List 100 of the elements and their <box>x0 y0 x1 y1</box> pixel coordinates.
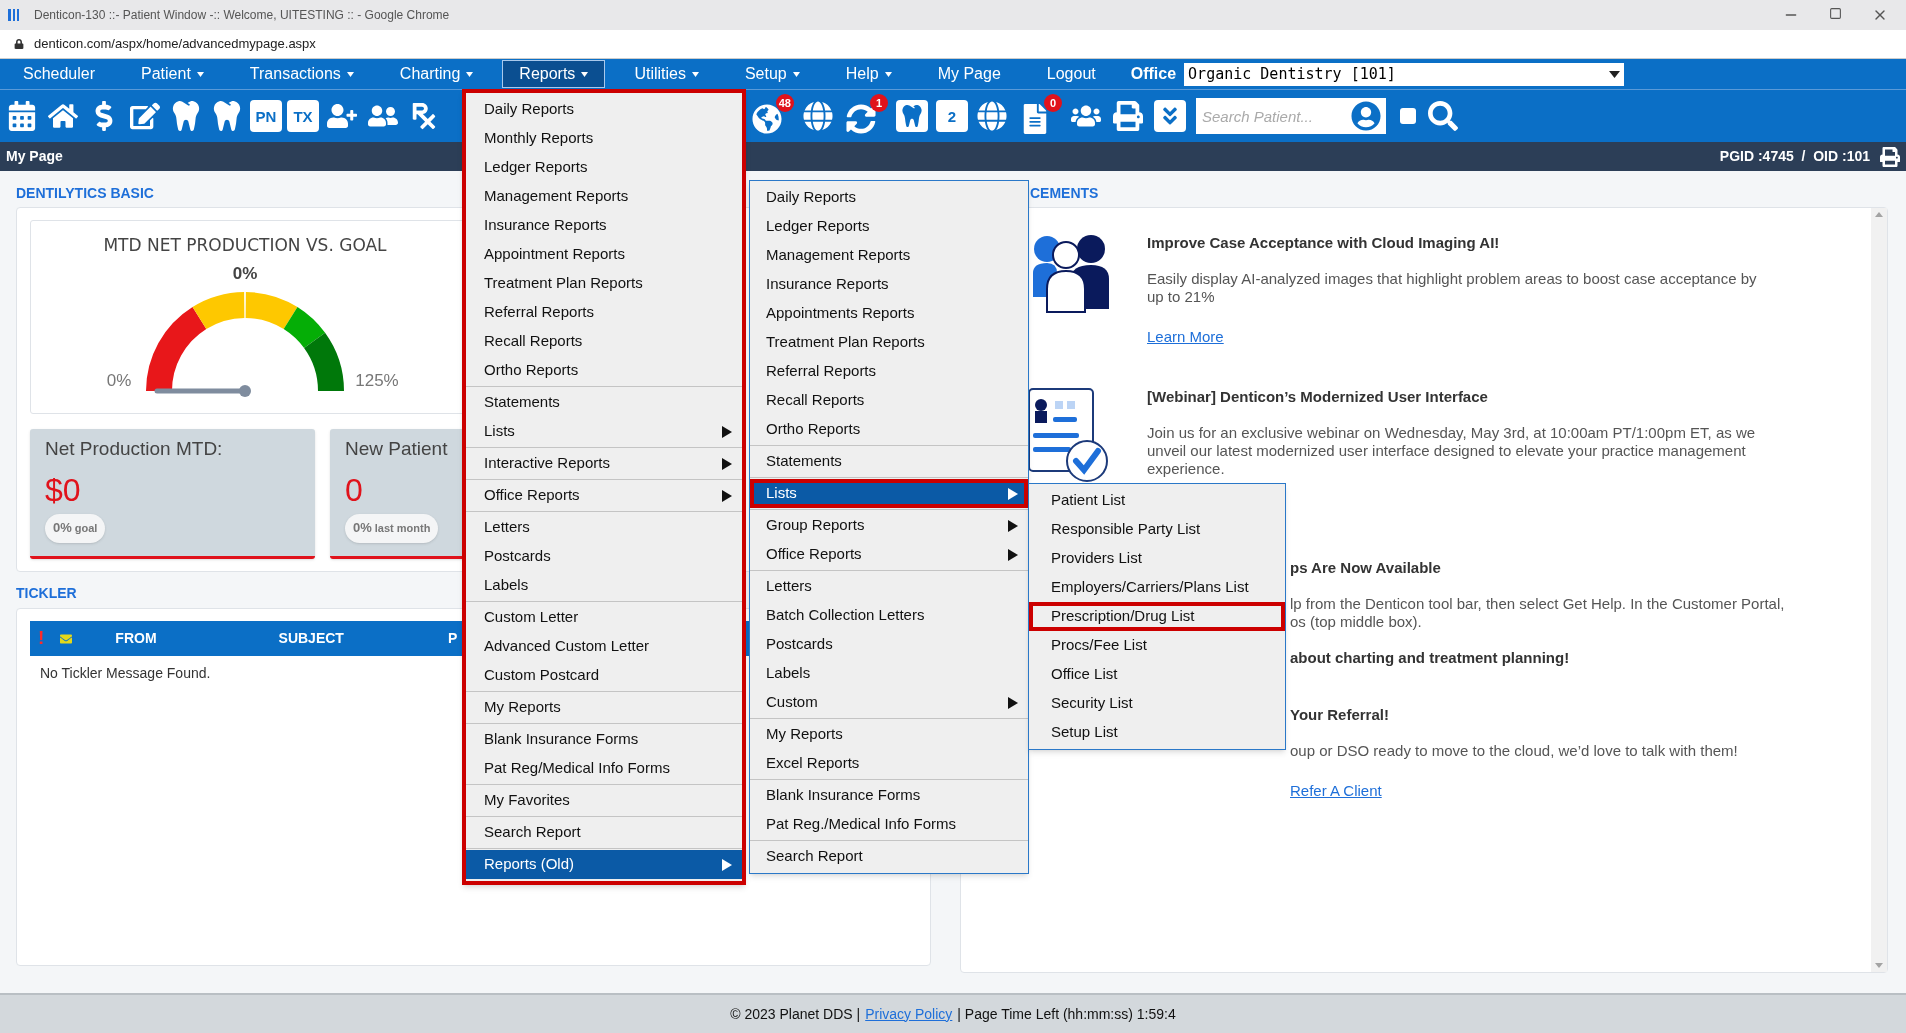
menu-item[interactable]: My Reports <box>466 693 742 722</box>
menu-item[interactable]: Ortho Reports <box>466 356 742 385</box>
menu-item[interactable]: Responsible Party List <box>1029 515 1285 544</box>
menu-item[interactable]: Blank Insurance Forms <box>750 781 1028 810</box>
column-header: FROM <box>115 629 157 648</box>
menu-item[interactable]: Labels <box>466 571 742 600</box>
app-logo-icon <box>8 8 22 22</box>
menu-bar-item[interactable]: Charting <box>382 60 491 88</box>
edit-icon <box>130 101 160 131</box>
menu-item[interactable]: My Reports <box>750 720 1028 749</box>
menu-item[interactable]: Advanced Custom Letter <box>466 632 742 661</box>
menu-item[interactable]: Postcards <box>466 542 742 571</box>
menu-item[interactable]: Prescription/Drug List <box>1029 602 1285 631</box>
menu-item[interactable]: Ledger Reports <box>466 153 742 182</box>
menu-item[interactable]: Lists <box>466 417 742 446</box>
toolbar-button[interactable] <box>1152 99 1188 133</box>
link[interactable]: Refer A Client <box>1290 782 1382 799</box>
menu-item[interactable]: Referral Reports <box>750 357 1028 386</box>
menu-bar-item[interactable]: Scheduler <box>6 60 113 88</box>
window-title: Denticon-130 ::- Patient Window -:: Welcome, UITESTING :: - Google Chrome <box>34 7 450 24</box>
menu-bar-item[interactable]: Patient <box>124 60 221 88</box>
menu-item[interactable]: Monthly Reports <box>466 124 742 153</box>
toolbar-button[interactable]: 48 <box>748 94 794 138</box>
menu-item[interactable]: Search Report <box>466 818 742 847</box>
menu-item[interactable]: Pat Reg./Medical Info Forms <box>750 810 1028 839</box>
menu-item[interactable]: Treatment Plan Reports <box>466 269 742 298</box>
toolbar-button[interactable]: 2 <box>936 100 968 132</box>
url-text[interactable]: denticon.com/aspx/home/advancedmypage.aspx <box>34 34 316 54</box>
menu-item[interactable]: Group Reports <box>750 511 1028 540</box>
menu-bar-item[interactable]: Logout <box>1029 60 1113 88</box>
toolbar-button[interactable] <box>894 99 930 133</box>
menu-item[interactable]: Management Reports <box>750 241 1028 270</box>
menu-item[interactable]: Interactive Reports <box>466 449 742 478</box>
menu-item[interactable]: Daily Reports <box>750 183 1028 212</box>
menu-item[interactable]: Office Reports <box>466 481 742 510</box>
menu-item[interactable]: Security List <box>1029 689 1285 718</box>
announcement-text: oup or DSO ready to move to the cloud, we’d love to talk with them! <box>1290 742 1738 760</box>
menu-item[interactable]: Office List <box>1029 660 1285 689</box>
menu-item[interactable]: Office Reports <box>750 540 1028 569</box>
printer-icon[interactable] <box>1880 146 1900 167</box>
menu-item[interactable]: Statements <box>750 447 1028 476</box>
menu-item[interactable]: Recall Reports <box>750 386 1028 415</box>
menu-item[interactable]: Management Reports <box>466 182 742 211</box>
column-header: SUBJECT <box>278 629 344 648</box>
menu-item[interactable]: Ledger Reports <box>750 212 1028 241</box>
menu-item[interactable]: Search Report <box>750 842 1028 871</box>
menu-item[interactable]: Employers/Carriers/Plans List <box>1029 573 1285 602</box>
menu-item[interactable]: Custom Letter <box>466 603 742 632</box>
menu-item[interactable]: Insurance Reports <box>466 211 742 240</box>
toolbar-button[interactable] <box>1110 99 1146 133</box>
patient-search-button[interactable] <box>1346 98 1386 134</box>
menu-item[interactable]: Letters <box>466 513 742 542</box>
menu-item[interactable]: Labels <box>750 659 1028 688</box>
menu-item[interactable]: Ortho Reports <box>750 415 1028 444</box>
menu-item[interactable]: Setup List <box>1029 718 1285 747</box>
toolbar-button[interactable]: 0 <box>1016 94 1062 138</box>
toolbar-button[interactable]: PN <box>250 100 282 132</box>
submenu-arrow-icon <box>722 489 732 502</box>
menu-item[interactable]: My Favorites <box>466 786 742 815</box>
menu-item[interactable]: Excel Reports <box>750 749 1028 778</box>
menu-bar-item[interactable]: Transactions <box>232 60 371 88</box>
dropdown-arrow-icon <box>1609 70 1621 78</box>
menu-item[interactable]: Custom Postcard <box>466 661 742 690</box>
menu-item[interactable]: Daily Reports <box>466 95 742 124</box>
menu-item[interactable]: Reports (Old) <box>466 850 742 879</box>
menu-item[interactable]: Providers List <box>1029 544 1285 573</box>
search-icon[interactable] <box>1428 101 1458 131</box>
menu-item[interactable]: Statements <box>466 388 742 417</box>
menu-item[interactable]: Lists <box>750 479 1028 508</box>
toolbar-button[interactable]: TX <box>287 100 319 132</box>
menu-item[interactable]: Custom <box>750 688 1028 717</box>
link[interactable]: Learn More <box>1147 328 1224 345</box>
menu-bar-item[interactable]: Reports <box>502 60 606 88</box>
menu-item[interactable]: Recall Reports <box>466 327 742 356</box>
menu-item[interactable]: Batch Collection Letters <box>750 601 1028 630</box>
submenu-arrow-icon <box>1008 487 1018 500</box>
menu-item[interactable]: Referral Reports <box>466 298 742 327</box>
people-icon <box>1033 233 1109 313</box>
toolbar-button[interactable]: 1 <box>842 94 888 138</box>
menu-item[interactable]: Pat Reg/Medical Info Forms <box>466 754 742 783</box>
menu-item[interactable]: Appointment Reports <box>466 240 742 269</box>
gauge-max-label: 125% <box>355 371 399 390</box>
menu-item[interactable]: Letters <box>750 572 1028 601</box>
tooth-icon <box>212 101 242 131</box>
menu-bar-item[interactable]: My Page <box>920 60 1018 88</box>
menu-item[interactable]: Procs/Fee List <box>1029 631 1285 660</box>
menu-item[interactable]: Blank Insurance Forms <box>466 725 742 754</box>
menu-item[interactable]: Insurance Reports <box>750 270 1028 299</box>
menu-bar-item[interactable]: Setup <box>727 60 817 88</box>
menu-item[interactable]: Postcards <box>750 630 1028 659</box>
menu-item[interactable]: Treatment Plan Reports <box>750 328 1028 357</box>
menu-bar-item[interactable]: Help <box>828 60 909 88</box>
caret-icon <box>884 71 892 77</box>
checkbox[interactable] <box>1400 108 1416 124</box>
menu-item[interactable]: Appointments Reports <box>750 299 1028 328</box>
menu-item[interactable]: Patient List <box>1029 486 1285 515</box>
maximize-icon[interactable] <box>1829 7 1842 20</box>
office-select[interactable]: Organic Dentistry [101] <box>1184 62 1625 86</box>
menu-bar-item[interactable]: Utilities <box>617 60 716 88</box>
search-field[interactable]: Search Patient... <box>1196 98 1346 134</box>
